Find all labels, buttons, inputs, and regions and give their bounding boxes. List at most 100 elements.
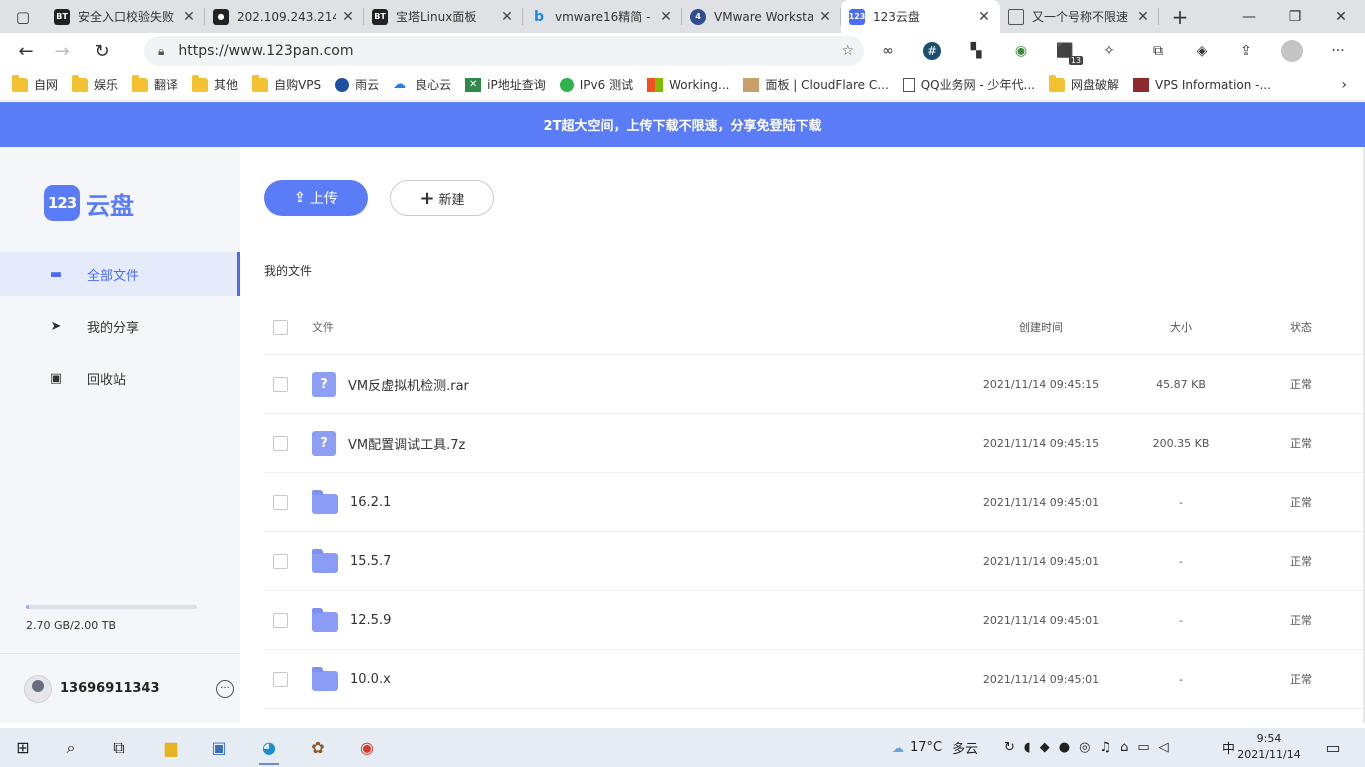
file-name-cell[interactable]: ? VM反虚拟机检测.rar (312, 371, 469, 397)
file-name-cell[interactable]: 10.0.x (312, 666, 391, 691)
bookmark-item[interactable]: 翻译 (132, 74, 178, 93)
bookmark-item[interactable]: IPv6 测试 (559, 76, 633, 93)
file-name-cell[interactable]: ? VM配置调试工具.7z (312, 430, 465, 456)
row-checkbox[interactable] (273, 553, 288, 569)
sidebar-item-my-shares[interactable]: ➤ 我的分享 (0, 304, 240, 348)
bookmark-item[interactable]: 其他 (192, 74, 238, 93)
close-icon[interactable]: ✕ (181, 9, 197, 25)
browser-tab-active[interactable]: 123 123云盘 ✕ (841, 0, 1000, 33)
bookmark-item[interactable]: 娱乐 (72, 74, 118, 93)
puzzle-extensions-icon[interactable]: ✧ (1097, 39, 1121, 63)
close-icon[interactable]: ✕ (817, 9, 833, 25)
browser-essentials-icon[interactable]: ◈ (1190, 39, 1214, 63)
file-name[interactable]: VM配置调试工具.7z (348, 434, 465, 453)
close-icon[interactable]: ✕ (658, 9, 674, 25)
grid-extension-icon[interactable]: ▚ (964, 39, 988, 63)
avatar[interactable] (24, 674, 52, 703)
select-all-checkbox[interactable] (273, 319, 288, 335)
url-text[interactable]: https://www.123pan.com (178, 43, 353, 59)
minimize-icon[interactable]: — (1226, 0, 1272, 33)
forward-arrow-icon[interactable]: → (44, 36, 80, 66)
row-checkbox[interactable] (273, 494, 288, 510)
file-name-cell[interactable]: 15.5.7 (312, 548, 391, 573)
system-tray[interactable]: ↻◖◆●◎♫⌂▭◁ (1004, 728, 1178, 767)
file-name[interactable]: 10.0.x (350, 672, 391, 687)
new-button[interactable]: + 新建 (390, 180, 494, 216)
infinity-extension-icon[interactable]: ∞ (876, 39, 900, 63)
browser-tab[interactable]: BT 宝塔Linux面板 ✕ (364, 0, 523, 33)
window-close-icon[interactable]: ✕ (1318, 0, 1364, 33)
lock-icon[interactable]: 🔒︎ (158, 44, 164, 59)
address-bar[interactable]: 🔒︎ https://www.123pan.com ☆ (144, 36, 864, 66)
tab-actions-menu-icon[interactable]: ▢ (0, 0, 46, 33)
row-checkbox[interactable] (273, 612, 288, 628)
refresh-icon[interactable]: ↻ (84, 36, 120, 66)
browser-tab[interactable]: 4 VMware Workstation ✕ (682, 0, 841, 33)
restore-icon[interactable]: ❐ (1272, 0, 1318, 33)
bookmark-item[interactable]: VPS Information -... (1133, 77, 1271, 92)
bookmark-item[interactable]: ☁ 良心云 (393, 76, 451, 93)
table-row[interactable]: ? VM配置调试工具.7z 2021/11/14 09:45:15 200.35… (264, 414, 1365, 473)
browser-tab[interactable]: BT 安全入口校验失败 ✕ (46, 0, 205, 33)
bookmark-item[interactable]: 面板 | CloudFlare C... (743, 76, 889, 93)
file-name[interactable]: VM反虚拟机检测.rar (348, 375, 469, 394)
weather-widget[interactable]: ☁ 17°C 多云 (892, 728, 978, 767)
column-header-created[interactable]: 创建时间 (964, 319, 1118, 335)
table-row[interactable]: 12.5.9 2021/11/14 09:45:01 - 正常 (264, 591, 1365, 650)
clock[interactable]: 9:54 2021/11/14 (1229, 731, 1309, 763)
browser-tab[interactable]: ● 202.109.243.214 ✕ (205, 0, 364, 33)
more-options-icon[interactable]: ··· (216, 679, 234, 698)
close-icon[interactable]: ✕ (340, 9, 356, 25)
logo[interactable]: 123 云盘 (44, 185, 134, 221)
bookmark-item[interactable]: 雨云 (335, 76, 379, 93)
row-checkbox[interactable] (273, 435, 288, 451)
new-tab-plus-icon[interactable]: + (1165, 5, 1195, 29)
upload-button[interactable]: ⇪ 上传 (264, 180, 368, 216)
file-name[interactable]: 16.2.1 (350, 495, 391, 510)
windows-start-icon[interactable]: ⊞ (0, 728, 46, 767)
search-icon[interactable]: ⌕ (48, 728, 94, 767)
add-favorite-icon[interactable]: ☆ (841, 43, 854, 59)
control-panel-icon[interactable]: ▣ (196, 728, 242, 767)
hash-extension-icon[interactable]: # (920, 39, 944, 63)
chevron-right-icon[interactable]: › (1341, 77, 1347, 93)
bookmark-item[interactable]: Working... (647, 77, 729, 92)
share-page-icon[interactable]: ⇪ (1234, 39, 1258, 63)
edge-browser-icon[interactable]: ◕ (246, 728, 292, 767)
breadcrumb[interactable]: 我的文件 (264, 262, 312, 279)
bookmark-item[interactable]: 网盘破解 (1049, 74, 1119, 93)
more-menu-icon[interactable]: ··· (1326, 39, 1350, 63)
close-icon[interactable]: ✕ (1135, 9, 1151, 25)
task-view-icon[interactable]: ⧉ (96, 728, 142, 767)
file-name[interactable]: 15.5.7 (350, 554, 391, 569)
browser-tab[interactable]: b vmware16精简 - 搜 ✕ (523, 0, 682, 33)
table-row[interactable]: 10.0.x 2021/11/14 09:45:01 - 正常 (264, 650, 1365, 709)
collections-icon[interactable]: ⧉ (1146, 39, 1170, 63)
table-row[interactable]: 15.5.7 2021/11/14 09:45:01 - 正常 (264, 532, 1365, 591)
sidebar-item-recycle-bin[interactable]: ▣ 回收站 (0, 356, 240, 400)
column-header-status[interactable]: 状态 (1251, 319, 1351, 335)
file-name[interactable]: 12.5.9 (350, 613, 391, 628)
bookmark-item[interactable]: ✕ iP地址查询 (465, 76, 546, 93)
sidebar-item-all-files[interactable]: ▬ 全部文件 (0, 252, 240, 296)
browser-app-icon[interactable]: ◉ (344, 728, 390, 767)
close-icon[interactable]: ✕ (976, 9, 992, 25)
browser-tab[interactable]: 又一个号称不限速 ✕ (1000, 0, 1159, 33)
file-explorer-icon[interactable]: ▆ (148, 728, 194, 767)
file-name-cell[interactable]: 16.2.1 (312, 489, 391, 514)
row-checkbox[interactable] (273, 671, 288, 687)
tray-icons[interactable]: ↻◖◆●◎♫⌂▭◁ (1004, 740, 1178, 755)
close-icon[interactable]: ✕ (499, 9, 515, 25)
notification-icon[interactable]: ▭ (1310, 728, 1356, 767)
column-header-name[interactable]: 文件 (312, 319, 334, 335)
bookmark-item[interactable]: QQ业务网 - 少年代... (902, 76, 1035, 93)
back-arrow-icon[interactable]: ← (8, 36, 44, 66)
bookmark-item[interactable]: 自购VPS (252, 74, 321, 93)
column-header-size[interactable]: 大小 (1131, 319, 1231, 335)
globe-extension-icon[interactable]: ◉ (1009, 39, 1033, 63)
app-icon[interactable]: ✿ (295, 728, 341, 767)
table-row[interactable]: 16.2.1 2021/11/14 09:45:01 - 正常 (264, 473, 1365, 532)
shield-extension-icon[interactable]: ⬛ 13 (1053, 39, 1083, 65)
profile-avatar-icon[interactable] (1280, 39, 1304, 63)
row-checkbox[interactable] (273, 376, 288, 392)
